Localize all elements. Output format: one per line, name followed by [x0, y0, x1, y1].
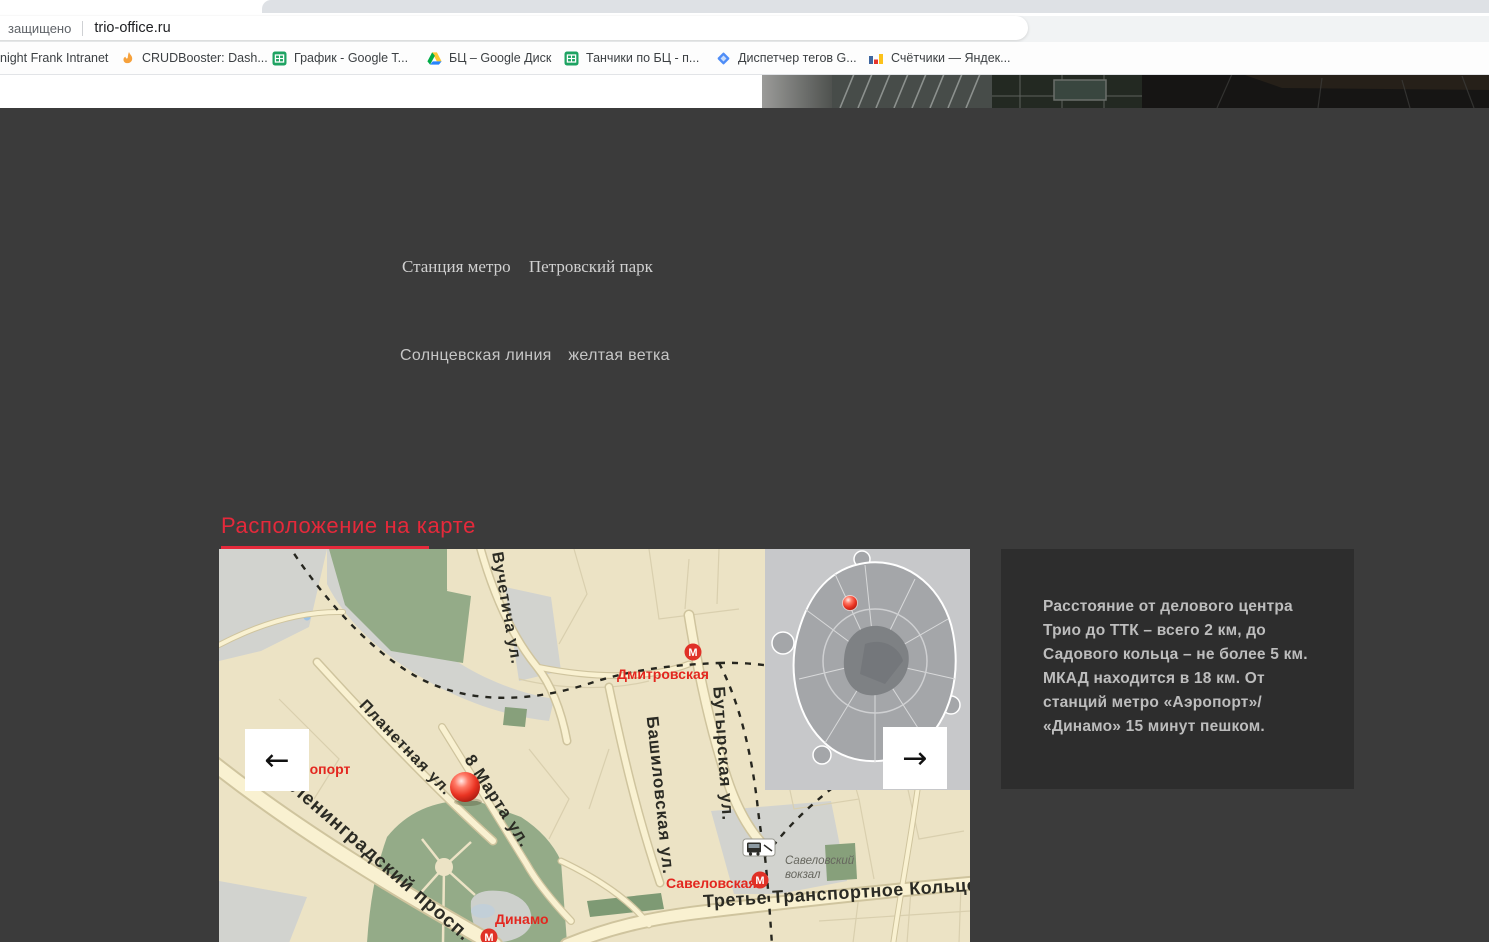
tab-strip [0, 0, 1489, 13]
terminal-line1: Савеловский [785, 855, 855, 867]
metro-line-value: желтая ветка [568, 347, 669, 364]
metro-line-row: Солнцевская линия желтая ветка [400, 347, 670, 365]
google-sheets-icon [272, 51, 287, 66]
metro-label-dinamo: Динамо [495, 911, 549, 927]
map-next-button[interactable]: → [883, 727, 947, 789]
bookmark-google-sheets-1[interactable]: График - Google T... [272, 48, 408, 68]
address-bar[interactable]: защищено trio-office.ru [0, 16, 1028, 40]
terminal-line2: вокзал [785, 869, 821, 881]
bookmark-label: График - Google T... [294, 51, 408, 65]
metro-icon: М [752, 872, 769, 889]
bookmark-knight-frank[interactable]: night Frank Intranet [0, 48, 108, 68]
map-section-title: Расположение на карте [221, 513, 476, 539]
svg-text:М: М [688, 647, 697, 659]
minimap-location-dot [843, 596, 858, 611]
metro-line-label: Солнцевская линия [400, 347, 552, 364]
bookmark-label: БЦ – Google Диск [449, 51, 551, 65]
bookmark-yandex-metrica[interactable]: Счётчики — Яндек... [869, 48, 1011, 68]
distance-description: Расстояние от делового центра Трио до ТТ… [1043, 595, 1325, 739]
metro-icon: М [685, 644, 702, 661]
bookmark-label: Счётчики — Яндек... [891, 51, 1011, 65]
map-prev-button[interactable]: ← [245, 729, 309, 791]
train-station-icon [743, 839, 775, 856]
hero-white-strip [0, 74, 762, 108]
browser-toolbar: защищено trio-office.ru [0, 13, 1489, 42]
bookmark-label: CRUDBooster: Dash... [142, 51, 268, 65]
bookmark-crudbooster[interactable]: CRUDBooster: Dash... [120, 48, 268, 68]
browser-window: защищено trio-office.ru night Frank Intr… [0, 0, 1489, 942]
google-sheets-icon [564, 51, 579, 66]
tab-strip-background [262, 0, 1489, 13]
metro-station-row: Станция метро Петровский парк [402, 257, 653, 277]
bookmarks-bar: night Frank Intranet CRUDBooster: Dash..… [0, 42, 1489, 75]
yandex-metrica-icon [869, 51, 884, 66]
bookmark-label: Диспетчер тегов G... [738, 51, 857, 65]
building-photo [762, 74, 1489, 108]
url-text[interactable]: trio-office.ru [94, 20, 170, 36]
metro-station-label: Станция метро [402, 257, 511, 276]
google-drive-icon [427, 51, 442, 66]
title-underline [221, 546, 429, 549]
bookmark-google-tag-manager[interactable]: Диспетчер тегов G... [716, 48, 857, 68]
distance-info-panel: Расстояние от делового центра Трио до ТТ… [1001, 549, 1354, 789]
google-tag-manager-icon [716, 51, 731, 66]
svg-text:М: М [484, 932, 493, 942]
arrow-right-icon: → [902, 741, 927, 776]
metro-label-dmitrovskaya: Дмитровская [617, 666, 709, 682]
address-divider [82, 21, 83, 36]
location-map[interactable]: Вучетича ул. Планетная ул. 8 Марта ул. Л… [219, 549, 970, 942]
arrow-left-icon: ← [264, 743, 289, 778]
bookmark-google-drive[interactable]: БЦ – Google Диск [427, 48, 551, 68]
security-label: защищено [8, 21, 71, 36]
metro-label-savelovskaya: Савеловская [666, 875, 757, 891]
bookmark-google-sheets-2[interactable]: Танчики по БЦ - п... [564, 48, 699, 68]
svg-text:М: М [755, 875, 764, 887]
crudbooster-flame-icon [120, 51, 135, 66]
bookmark-label: Танчики по БЦ - п... [586, 51, 699, 65]
metro-station-value: Петровский парк [529, 257, 653, 276]
bookmark-label: night Frank Intranet [0, 51, 108, 65]
